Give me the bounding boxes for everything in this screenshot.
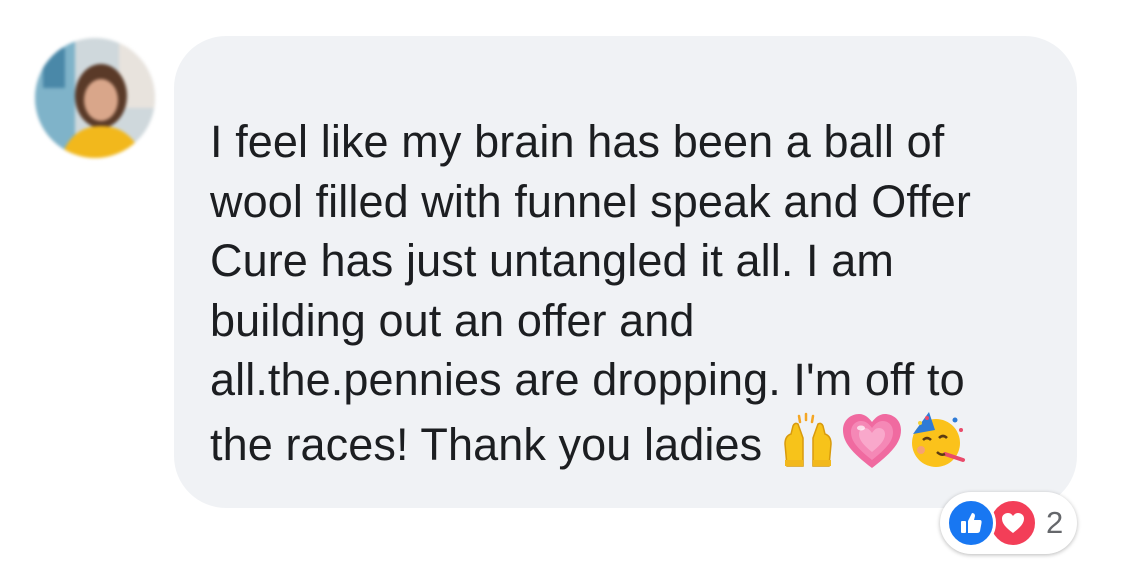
partying-face-icon [907, 410, 967, 470]
comment-bubble: I feel like my brain has been a ball of … [174, 36, 1077, 508]
comment-line: wool filled with funnel speak and Offer [210, 175, 972, 227]
comment-thread: I feel like my brain has been a ball of … [0, 0, 1125, 586]
comment-line: I feel like my brain has been a ball of [210, 116, 945, 167]
reaction-count: 2 [1046, 505, 1064, 540]
growing-heart-icon [841, 412, 903, 470]
comment-line: the races! Thank you ladies [210, 418, 763, 470]
comment-line: all.the.pennies are dropping. I'm off to [210, 354, 965, 405]
avatar[interactable] [35, 38, 155, 158]
like-icon [946, 498, 996, 548]
avatar-image [35, 38, 155, 158]
comment-line: building out an offer and [210, 294, 695, 346]
comment-line: Cure has just untangled it all. I am [210, 235, 894, 286]
raising-hands-icon [779, 412, 837, 470]
reactions-summary[interactable]: 2 [940, 492, 1078, 554]
comment-text: I feel like my brain has been a ball of … [210, 112, 1060, 474]
